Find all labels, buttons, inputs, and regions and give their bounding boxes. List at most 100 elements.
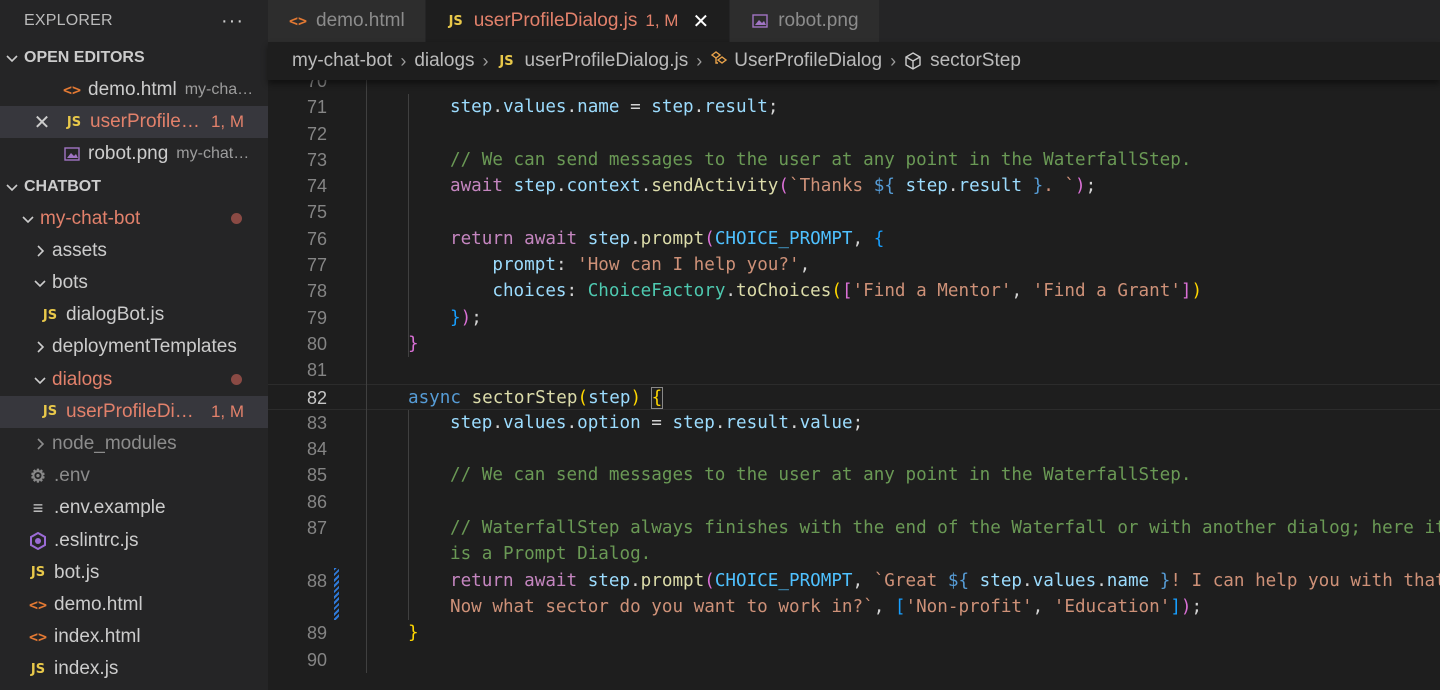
code-line[interactable]: 79});	[268, 305, 1440, 331]
line-number: 76	[306, 228, 327, 249]
line-number: 75	[306, 202, 327, 223]
breadcrumb-item[interactable]: dialogs	[414, 50, 474, 72]
dirty-diff-marker[interactable]	[334, 567, 339, 621]
tree-file-env-example[interactable]: ≡ .env.example	[0, 492, 268, 524]
chevron-right-icon: ›	[482, 50, 489, 71]
breadcrumb-item[interactable]: userProfileDialog.js	[525, 50, 689, 72]
tree-file-eslintrc[interactable]: .eslintrc.js	[0, 524, 268, 556]
more-actions-icon[interactable]: ···	[221, 10, 244, 33]
code-token: =	[640, 412, 673, 433]
tree-file-index-js[interactable]: JS index.js	[0, 653, 268, 685]
tree-folder-my-chat-bot[interactable]: my-chat-bot	[0, 203, 268, 235]
tree-file-bot[interactable]: JS bot.js	[0, 557, 268, 589]
code-token: [	[841, 281, 853, 302]
tree-folder-deploymenttemplates[interactable]: deploymentTemplates	[0, 331, 268, 363]
code-line[interactable]: 73 // We can send messages to the user at…	[268, 147, 1440, 173]
indent-guide	[408, 94, 409, 358]
tree-file-index-html[interactable]: <> index.html	[0, 621, 268, 653]
code-line[interactable]: 81	[268, 357, 1440, 383]
tree-file-demo-html[interactable]: <> demo.html	[0, 589, 268, 621]
code-line[interactable]: 76 return await step.prompt(CHOICE_PROMPT…	[268, 226, 1440, 252]
code-line[interactable]: 74 await step.context.sendActivity(`Thank…	[268, 173, 1440, 199]
code-line[interactable]: is a Prompt Dialog.	[268, 541, 1440, 567]
code-token: ,	[852, 228, 874, 249]
code-text: // We can send messages to the user at a…	[450, 462, 1191, 488]
problems-badge: 1, M	[210, 401, 244, 421]
code-line[interactable]: 82 async sectorStep(step) {	[268, 383, 1440, 410]
code-line[interactable]: 86	[268, 489, 1440, 515]
code-token: .	[693, 97, 705, 118]
problems-badge: 1, M	[210, 112, 244, 132]
tree-folder-assets[interactable]: assets	[0, 235, 268, 267]
code-line[interactable]: 77 prompt: 'How can I help you?',	[268, 252, 1440, 278]
code-token: value	[799, 412, 853, 433]
tree-item-label: userProfileDi…	[66, 400, 194, 422]
code-text: });	[450, 305, 482, 331]
tree-folder-bots[interactable]: bots	[0, 267, 268, 299]
tree-file-dialogbot[interactable]: JS dialogBot.js	[0, 299, 268, 331]
tree-folder-dialogs[interactable]: dialogs	[0, 364, 268, 396]
tab-demo-html[interactable]: <> demo.html	[268, 0, 426, 42]
tab-problems-badge: 1, M	[645, 11, 679, 30]
code-token: :	[555, 255, 578, 276]
code-line[interactable]: 89}	[268, 620, 1440, 646]
workspace-title: CHATBOT	[24, 177, 102, 195]
code-token: result	[958, 176, 1023, 197]
line-number: 84	[306, 439, 327, 460]
tab-robot-png[interactable]: robot.png	[730, 0, 880, 42]
code-line[interactable]: 72	[268, 121, 1440, 147]
tree-folder-node-modules[interactable]: node_modules	[0, 428, 268, 460]
code-token: values	[502, 412, 567, 433]
code-line[interactable]: 71 step.values.name = step.result;	[268, 94, 1440, 120]
modified-dot	[231, 213, 242, 225]
code-token: name	[577, 97, 620, 118]
explorer-header: EXPLORER ···	[0, 0, 268, 42]
code-line[interactable]: 70	[268, 80, 1440, 94]
image-file-icon	[750, 14, 770, 28]
open-editor-item[interactable]: <> demo.html my-cha…	[0, 74, 268, 106]
tab-userprofiledialog[interactable]: JS userProfileDialog.js 1, M ✕	[425, 0, 731, 42]
code-token: step	[450, 97, 493, 118]
tree-item-label: deploymentTemplates	[52, 336, 237, 358]
breadcrumb-item[interactable]: UserProfileDialog	[734, 50, 882, 72]
js-file-icon: JS	[30, 661, 46, 677]
explorer-sidebar: EXPLORER ··· OPEN EDITORS <> demo.html m…	[0, 0, 268, 690]
code-line[interactable]: 85 // We can send messages to the user at…	[268, 462, 1440, 488]
code-line[interactable]: 87 // WaterfallStep always finishes with …	[268, 515, 1440, 541]
chevron-right-icon: ›	[400, 50, 407, 71]
code-line[interactable]: Now what sector do you want to work in?`…	[268, 594, 1440, 620]
close-icon[interactable]: ✕	[32, 110, 52, 135]
js-file-icon: JS	[499, 53, 514, 69]
code-token: ;	[1191, 596, 1203, 617]
code-line[interactable]: 75	[268, 199, 1440, 225]
code-token: }	[408, 623, 419, 644]
open-editor-item[interactable]: robot.png my-chat…	[0, 138, 268, 170]
code-editor[interactable]: 70 71 step.values.name = step.result; 72 73/…	[268, 80, 1440, 690]
workspace-section[interactable]: CHATBOT	[0, 171, 268, 203]
chevron-right-icon: ›	[890, 50, 897, 71]
class-symbol-icon	[710, 50, 728, 72]
close-icon[interactable]: ✕	[692, 9, 709, 34]
open-editor-item[interactable]: ✕ JS userProfile… 1, M	[0, 106, 268, 139]
code-token: option	[577, 412, 641, 433]
chevron-down-icon	[20, 211, 36, 227]
code-line[interactable]: 84	[268, 436, 1440, 462]
code-line[interactable]: 90	[268, 647, 1440, 673]
code-line[interactable]: 88 return await step.prompt(CHOICE_PROMPT…	[268, 568, 1440, 594]
code-token: ChoiceFactory	[587, 281, 726, 302]
breadcrumb-item[interactable]: sectorStep	[930, 50, 1021, 72]
line-number: 81	[306, 360, 327, 381]
code-line[interactable]: 83 step.values.option = step.result.value…	[268, 410, 1440, 436]
code-token: prompt	[640, 570, 705, 591]
code-token: CHOICE_PROMPT	[714, 570, 853, 591]
code-line[interactable]: 80}	[268, 331, 1440, 357]
open-editors-section[interactable]: OPEN EDITORS	[0, 42, 268, 74]
code-token: .	[566, 97, 578, 118]
code-line[interactable]: 78 choices: ChoiceFactory.toChoices(['Fi…	[268, 278, 1440, 304]
code-token: ;	[1085, 176, 1097, 197]
breadcrumb-item[interactable]: my-chat-bot	[292, 50, 392, 72]
code-token: prompt	[640, 228, 705, 249]
tree-file-env[interactable]: ⚙ .env	[0, 460, 268, 492]
tree-file-userprofiledialog[interactable]: JS userProfileDi… 1, M	[0, 395, 268, 428]
